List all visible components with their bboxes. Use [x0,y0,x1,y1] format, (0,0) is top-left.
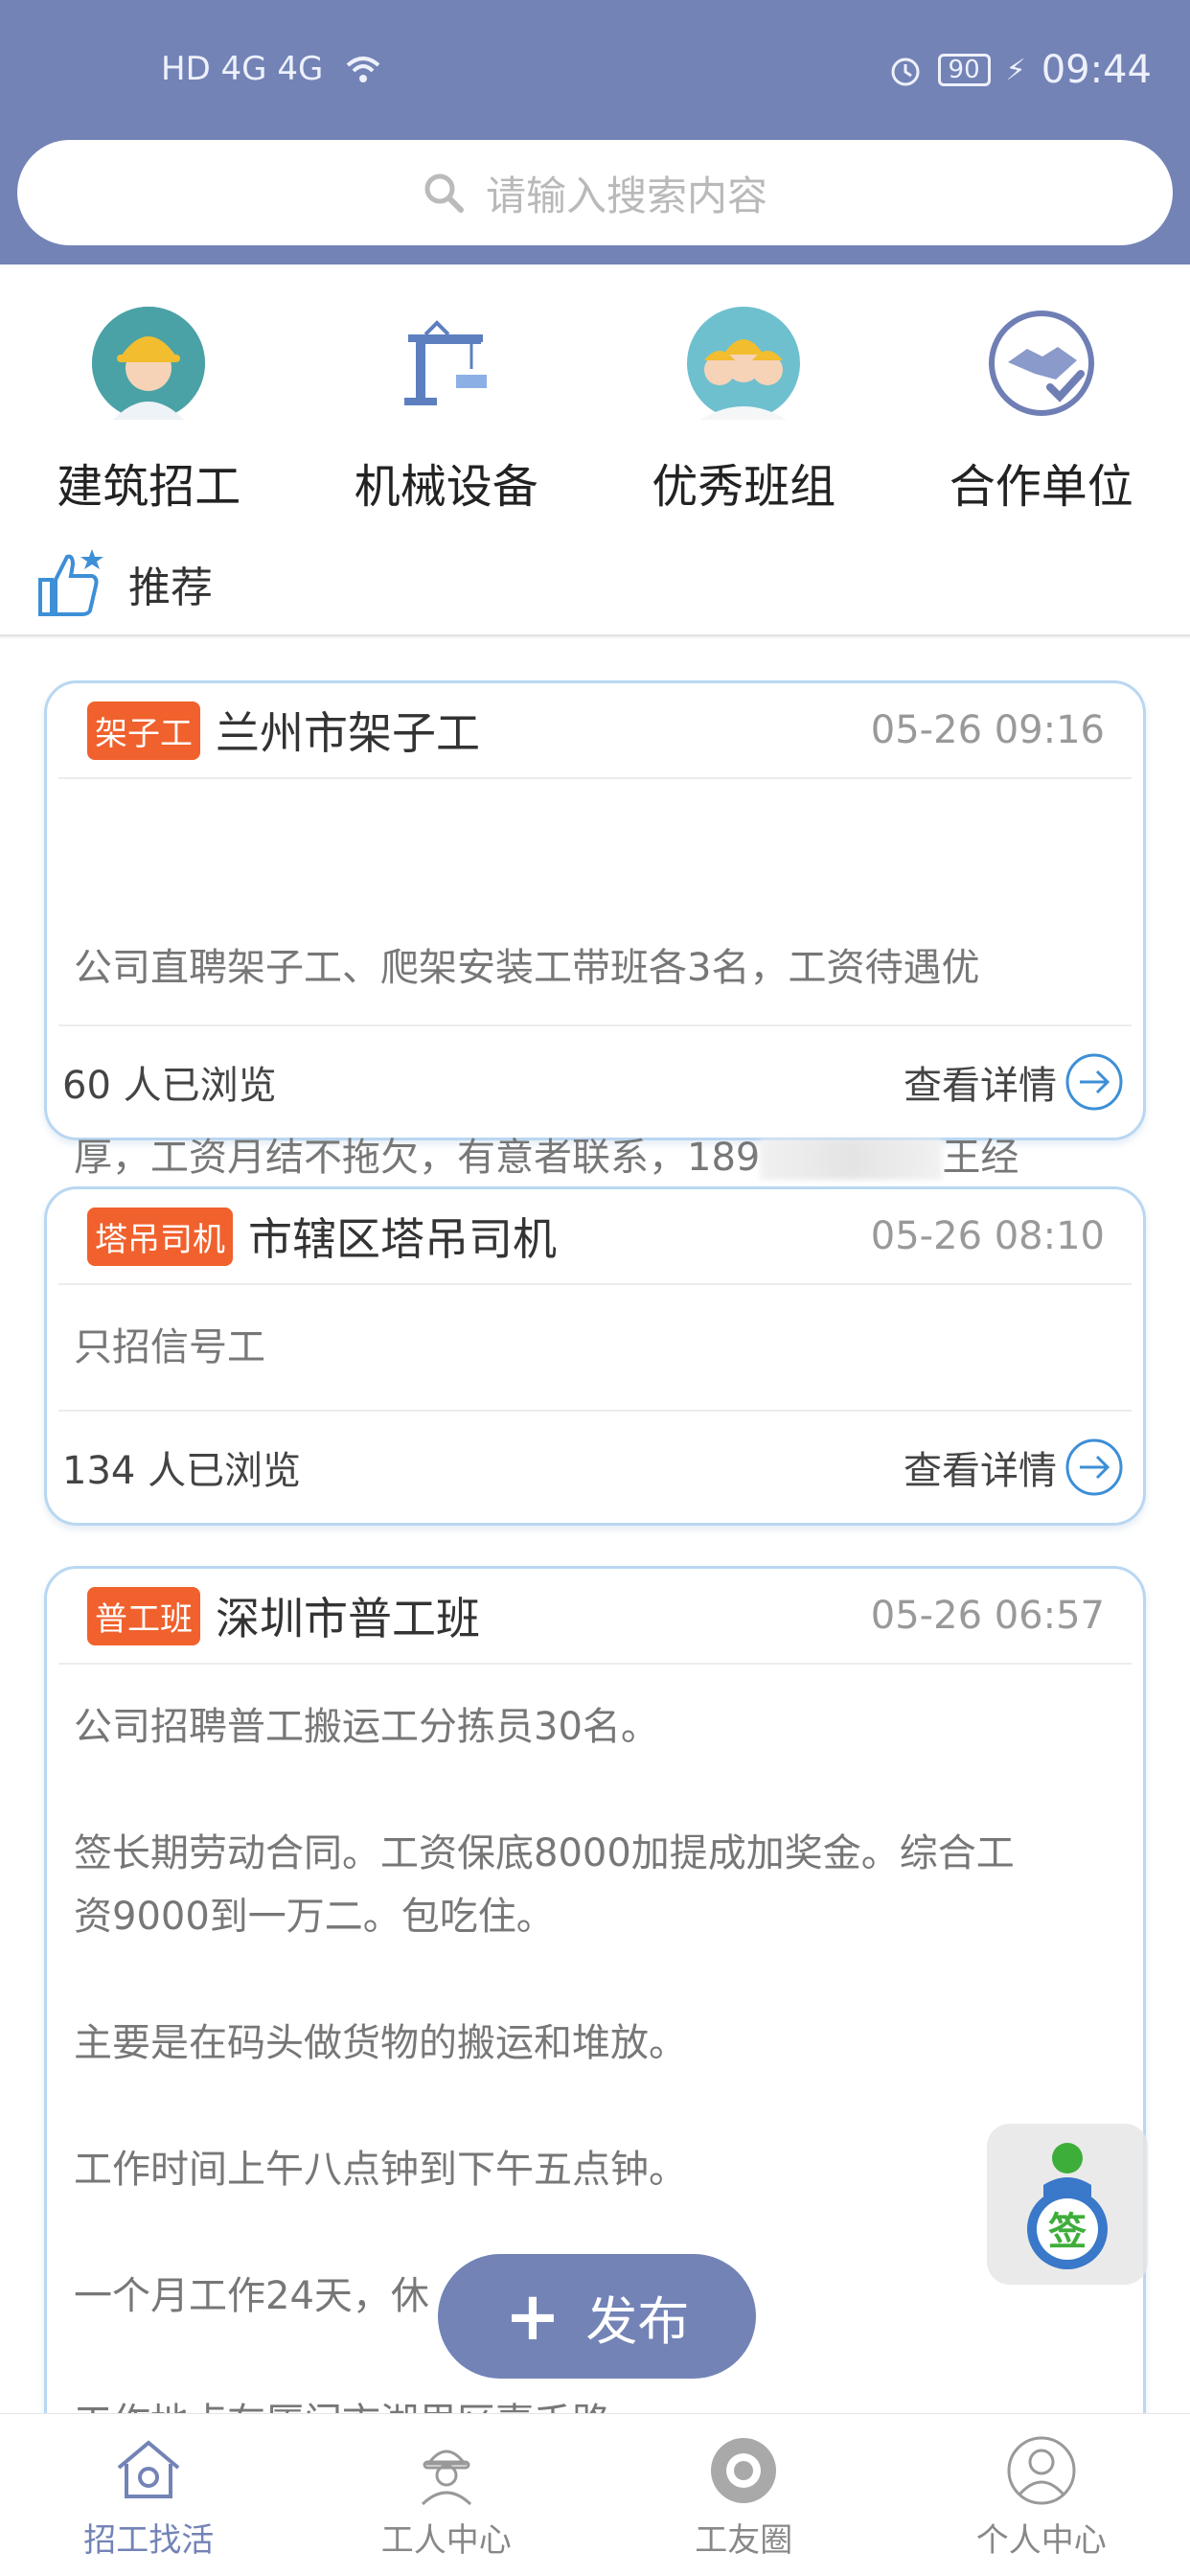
redacted-phone [760,1139,943,1180]
category-label: 合作单位 [949,460,1133,514]
view-detail-button[interactable]: 查看详情 [904,1052,1124,1112]
card-footer: 60 人已浏览 查看详情 [58,1024,1132,1138]
category-nav: 建筑招工 机械设备 优秀班组 合作单位 [0,264,1190,533]
detail-label: 查看详情 [904,1064,1057,1108]
tab-label: 工人中心 [380,2521,512,2560]
description-line: 公司直聘架子工、爬架安装工带班各3名，工资待遇优 [74,946,980,990]
camera-aperture-icon [711,2438,777,2503]
plus-icon: + [504,2277,561,2356]
tab-label: 招工找活 [83,2521,215,2560]
job-type-tag: 架子工 [87,701,200,760]
job-type-tag: 普工班 [87,1586,200,1645]
bottom-tab-bar: 招工找活 工人中心 工友圈 个人中心 [0,2413,1190,2576]
wifi-icon [347,57,380,82]
category-machinery[interactable]: 机械设备 [298,264,596,533]
job-description: 只招信号工 [74,1325,265,1369]
description-text: 厚，工资月结不拖欠，有意者联系，189 [74,1136,761,1180]
job-card[interactable]: 塔吊司机 市辖区塔吊司机 05-26 08:10 只招信号工 134 人已浏览 … [44,1186,1146,1526]
worker-icon [421,2450,471,2506]
job-title: 市辖区塔吊司机 [248,1213,557,1265]
job-title: 深圳市普工班 [216,1593,480,1644]
category-construction-hiring[interactable]: 建筑招工 [0,264,298,533]
category-team[interactable]: 优秀班组 [595,264,893,533]
publish-button[interactable]: + 发布 [438,2254,756,2379]
view-count: 60 人已浏览 [62,1064,277,1108]
view-detail-button[interactable]: 查看详情 [904,1438,1124,1497]
tab-label: 工友圈 [695,2521,793,2560]
handshake-icon [985,307,1098,420]
team-icon [687,307,801,420]
job-type-tag: 塔吊司机 [87,1207,233,1266]
category-label: 机械设备 [354,460,538,514]
arrow-right-circle-icon [1065,1438,1123,1496]
worker-helmet-icon [92,307,206,420]
user-icon [1007,2436,1076,2505]
post-time: 05-26 09:16 [870,708,1105,752]
card-footer: 134 人已浏览 查看详情 [58,1410,1132,1523]
charging-icon: ⚡ [1005,53,1026,87]
tab-home[interactable]: 招工找活 [0,2414,298,2576]
home-icon [117,2440,180,2498]
tab-worker-center[interactable]: 工人中心 [298,2414,596,2576]
sign-in-button[interactable]: 签 [987,2124,1148,2285]
category-label: 优秀班组 [652,460,836,514]
publish-label: 发布 [585,2290,690,2352]
tab-profile[interactable]: 个人中心 [893,2414,1190,2576]
search-input[interactable]: 请输入搜索内容 [17,140,1173,245]
post-time: 05-26 08:10 [870,1214,1105,1258]
tab-label: 个人中心 [975,2521,1107,2560]
description-text: 王经 [942,1136,1019,1180]
category-partners[interactable]: 合作单位 [893,264,1190,533]
network-label: HD 4G 4G [161,50,324,88]
clock: 09:44 [1041,48,1152,92]
card-header: 架子工 兰州市架子工 05-26 09:16 [58,683,1132,779]
view-count: 134 人已浏览 [62,1449,302,1493]
card-header: 普工班 深圳市普工班 05-26 06:57 [58,1569,1132,1665]
search-icon [424,173,464,213]
card-header: 塔吊司机 市辖区塔吊司机 05-26 08:10 [58,1189,1132,1285]
search-placeholder: 请输入搜索内容 [485,172,767,219]
job-card[interactable]: 架子工 兰州市架子工 05-26 09:16 公司直聘架子工、爬架安装工带班各3… [44,680,1146,1369]
status-right: 90 ⚡ 09:44 [888,48,1152,92]
tab-worker-circle[interactable]: 工友圈 [595,2414,893,2576]
recommend-title: 推荐 [128,564,213,612]
alarm-icon [891,58,920,86]
thumbs-up-icon [38,549,103,616]
sign-in-icon: 签 [1027,2143,1108,2269]
crane-icon [390,307,503,420]
header: HD 4G 4G 90 ⚡ 09:44 请输入搜索内容 [0,0,1190,264]
status-bar: HD 4G 4G 90 ⚡ 09:44 [0,0,1190,144]
arrow-right-circle-icon [1065,1053,1123,1111]
category-label: 建筑招工 [57,460,241,514]
sign-in-label: 签 [1048,2210,1087,2254]
job-title: 兰州市架子工 [216,707,480,759]
detail-label: 查看详情 [904,1449,1057,1493]
battery-indicator: 90 [937,54,991,86]
post-time: 05-26 06:57 [870,1594,1105,1638]
recommend-header: 推荐 [0,533,1190,636]
network-indicators: HD 4G 4G [161,50,382,88]
